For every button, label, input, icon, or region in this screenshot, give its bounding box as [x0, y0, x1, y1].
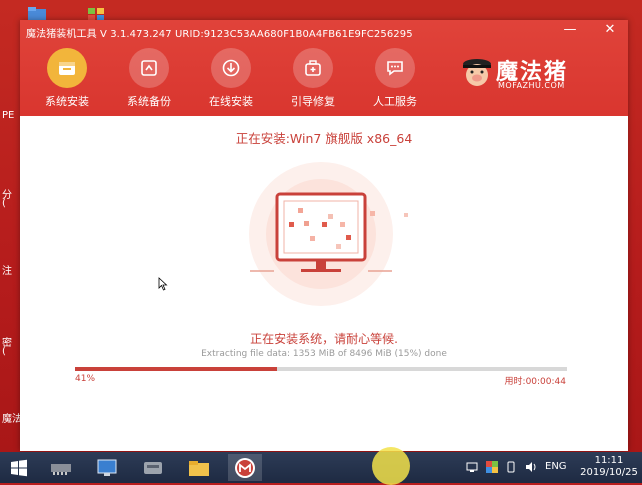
- nav-online-install[interactable]: 在线安装: [201, 48, 261, 109]
- close-button[interactable]: ✕: [600, 22, 620, 37]
- computer-illustration-icon: [249, 162, 408, 306]
- elapsed-time: 用时:00:00:44: [504, 377, 566, 387]
- volume-icon[interactable]: [525, 461, 537, 473]
- windows-logo-icon: [11, 459, 27, 476]
- nav-boot-repair[interactable]: 引导修复: [283, 48, 343, 109]
- taskbar-explorer-app[interactable]: [184, 454, 214, 481]
- install-progress-bar: [75, 367, 567, 371]
- toolbox-icon: [293, 48, 333, 88]
- mouse-cursor-icon: [158, 277, 168, 291]
- extract-progress-text: Extracting file data: 1353 MiB of 8496 M…: [201, 349, 447, 359]
- minimize-button[interactable]: —: [560, 22, 580, 37]
- nav-label: 系统备份: [127, 95, 171, 108]
- logo-subtext: MOFAZHU.COM: [498, 81, 565, 90]
- install-icon: [47, 48, 87, 88]
- desktop-label: (: [2, 346, 6, 357]
- install-progress-fill: [75, 367, 277, 371]
- install-title: 正在安装:Win7 旗舰版 x86_64: [235, 131, 413, 146]
- input-language[interactable]: ENG: [545, 461, 567, 472]
- pig-mascot-icon: [463, 59, 491, 86]
- window-header: 魔法猪装机工具 V 3.1.473.247 URID:9123C53AA680F…: [20, 20, 628, 116]
- memory-chip-icon: [51, 463, 71, 475]
- nav-manual-service[interactable]: 人工服务: [365, 48, 425, 109]
- desktop-label: (: [2, 198, 6, 209]
- nav-label: 人工服务: [373, 95, 417, 108]
- folder-icon: [189, 460, 209, 476]
- nav-label: 在线安装: [209, 95, 253, 108]
- nav-label: 引导修复: [291, 95, 335, 108]
- desktop-label: 注: [2, 266, 12, 277]
- color-app-icon[interactable]: [486, 461, 498, 473]
- clock-date: 2019/10/25: [580, 467, 638, 478]
- usb-device-icon[interactable]: [505, 461, 517, 473]
- window-title: 魔法猪装机工具 V 3.1.473.247 URID:9123C53AA680F…: [26, 29, 413, 40]
- taskbar-memory-app[interactable]: [46, 454, 76, 481]
- start-button[interactable]: [4, 454, 34, 481]
- desktop-label: 魔法: [2, 414, 22, 425]
- disk-tool-icon: [144, 461, 162, 474]
- desktop-label: PE: [2, 110, 15, 121]
- nav-system-install[interactable]: 系统安装: [37, 48, 97, 109]
- click-highlight: [372, 447, 410, 485]
- network-icon[interactable]: [466, 461, 478, 473]
- taskbar-mofazhu-app[interactable]: [228, 454, 262, 481]
- nav-label: 系统安装: [45, 95, 89, 108]
- nav-system-backup[interactable]: 系统备份: [119, 48, 179, 109]
- clock-time: 11:11: [594, 455, 624, 466]
- taskbar: ENG 11:11 2019/10/25: [0, 447, 642, 485]
- brand-logo: 魔法猪 MOFAZHU.COM: [460, 54, 620, 94]
- system-clock[interactable]: 11:11 2019/10/25: [576, 455, 642, 479]
- chat-icon: [375, 48, 415, 88]
- computer-icon: [97, 459, 117, 476]
- download-icon: [211, 48, 251, 88]
- mofazhu-app-icon: [235, 457, 255, 478]
- installer-window: 魔法猪装机工具 V 3.1.473.247 URID:9123C53AA680F…: [20, 20, 628, 451]
- install-status: 正在安装系统，请耐心等候.: [250, 332, 398, 346]
- progress-percent: 41%: [75, 374, 96, 384]
- taskbar-computer-app[interactable]: [92, 454, 122, 481]
- taskbar-disk-app[interactable]: [138, 454, 168, 481]
- backup-icon: [129, 48, 169, 88]
